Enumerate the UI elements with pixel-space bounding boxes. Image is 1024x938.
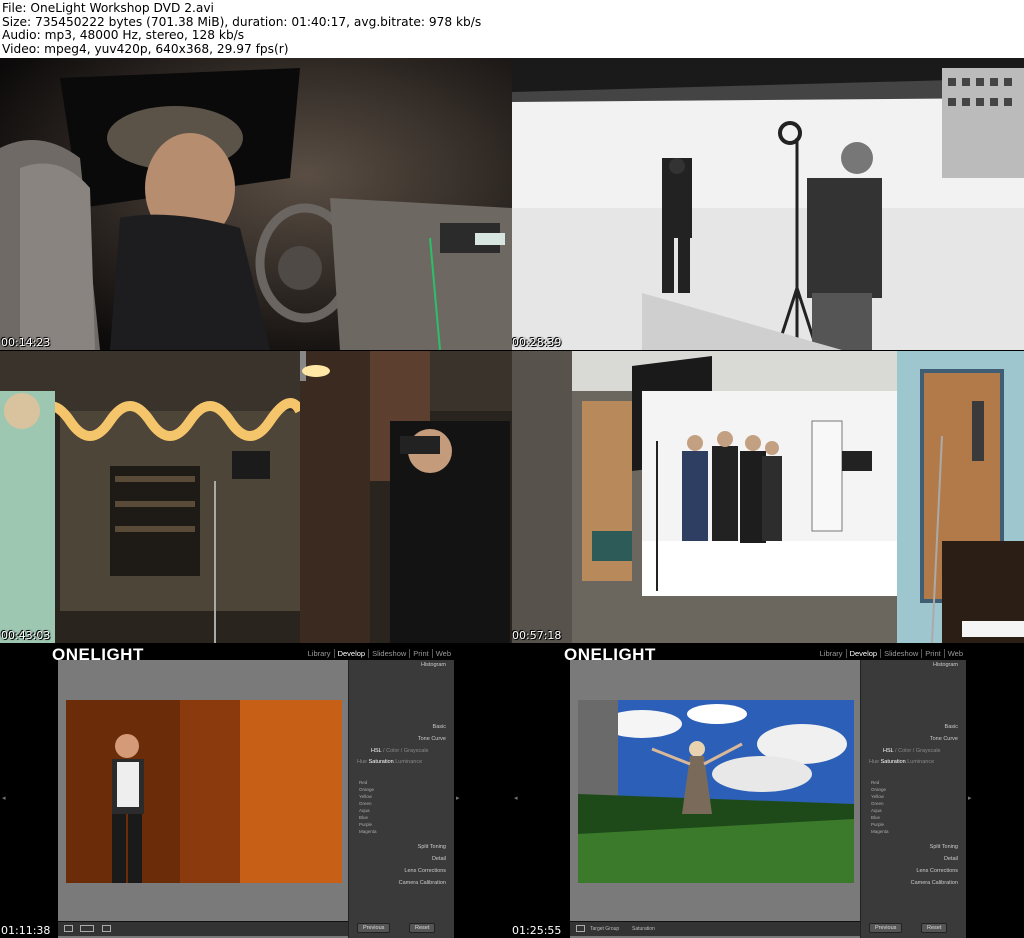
reset-button[interactable]: Reset [921,923,948,933]
row-blue: Blue [359,815,369,820]
detail-section[interactable]: Detail [432,856,446,862]
row-orange: Orange [359,787,375,792]
row-purple: Purple [871,822,885,827]
left-panel-arrow-icon[interactable]: ◂ [2,794,6,802]
nav-web[interactable]: Web [945,649,966,658]
target-adjust-icon[interactable] [576,925,585,932]
timestamp: 00:14:23 [1,336,51,349]
nav-develop[interactable]: Develop [335,649,370,658]
tab-color[interactable]: Color [386,748,399,754]
tab-color[interactable]: Color [898,748,911,754]
thumbnail-4[interactable]: 00:57:18 [512,351,1024,643]
split-toning-section[interactable]: Split Toning [930,844,958,850]
target-group-label: Target Group [590,926,620,932]
left-panel-arrow-icon[interactable]: ◂ [514,794,518,802]
target-group-value[interactable]: Saturation [632,926,655,932]
thumbnail-2[interactable]: 00:28:39 [512,58,1024,350]
file-info-header: File: OneLight Workshop DVD 2.avi Size: … [0,0,1024,58]
row-magenta: Magenta [359,829,377,834]
timestamp: 00:57:18 [512,629,562,642]
tab-grayscale[interactable]: Grayscale [404,748,429,754]
tone-curve-section[interactable]: Tone Curve [930,736,958,742]
nav-print[interactable]: Print [922,649,945,658]
compare-view-icon[interactable] [80,925,94,932]
row-green: Green [359,801,372,806]
module-nav: Library Develop Slideshow Print Web [305,649,454,658]
detail-section[interactable]: Detail [944,856,958,862]
video-info-line: Video: mpeg4, yuv420p, 640x368, 29.97 fp… [2,41,289,56]
toolbar [58,921,348,936]
nav-library[interactable]: Library [817,649,847,658]
row-purple: Purple [359,822,373,827]
timestamp: 00:28:39 [512,336,562,349]
subtab-luminance[interactable]: Luminance [395,759,422,765]
camera-calibration-section[interactable]: Camera Calibration [399,880,446,886]
previous-button[interactable]: Previous [869,923,903,933]
nav-slideshow[interactable]: Slideshow [881,649,923,658]
thumbnail-1[interactable]: 00:14:23 [0,58,512,350]
split-toning-section[interactable]: Split Toning [418,844,446,850]
crop-icon[interactable] [102,925,111,932]
basic-section[interactable]: Basic [433,724,446,730]
develop-panel: Histogram Basic Tone Curve HSL / Color /… [348,660,454,938]
subtab-hue[interactable]: Hue [357,759,367,765]
thumbnail-5[interactable]: ONELIGHT Library Develop Slideshow Print… [0,644,512,938]
hsl-subtabs: Hue Saturation Luminance [357,759,422,765]
subtab-hue[interactable]: Hue [869,759,879,765]
audio-info-line: Audio: mp3, 48000 Hz, stereo, 128 kb/s [2,28,245,42]
row-yellow: Yellow [871,794,884,799]
file-size-line: Size: 735450222 bytes (701.38 MiB), dura… [2,14,482,29]
car-interior-frame [0,58,512,350]
tone-curve-section[interactable]: Tone Curve [418,736,446,742]
row-red: Red [871,780,880,785]
right-panel-arrow-icon[interactable]: ▸ [456,794,460,802]
toolbar: Target Group Saturation [570,921,860,936]
thumbnail-3[interactable]: 00:43:03 [0,351,512,643]
tab-hsl[interactable]: HSL [371,748,382,754]
timestamp: 01:25:55 [512,924,562,937]
thumbnail-6[interactable]: ONELIGHT Library Develop Slideshow Print… [512,644,1024,938]
subtab-saturation[interactable]: Saturation [881,759,906,765]
row-magenta: Magenta [871,829,889,834]
outdoor-shoot-frame [512,58,1024,350]
timestamp: 00:43:03 [1,629,51,642]
indoor-studio-frame [0,351,512,643]
histogram-header[interactable]: Histogram [421,662,446,668]
reset-button[interactable]: Reset [409,923,436,933]
lens-corrections-section[interactable]: Lens Corrections [404,868,446,874]
loupe-view-icon[interactable] [64,925,73,932]
nav-library[interactable]: Library [305,649,335,658]
nav-web[interactable]: Web [433,649,454,658]
hsl-tabs: HSL / Color / Grayscale [883,748,941,754]
subtab-saturation[interactable]: Saturation [369,759,394,765]
nav-develop[interactable]: Develop [847,649,882,658]
row-green: Green [871,801,884,806]
hsl-tabs: HSL / Color / Grayscale [371,748,429,754]
row-yellow: Yellow [359,794,372,799]
tab-grayscale[interactable]: Grayscale [916,748,941,754]
lens-corrections-section[interactable]: Lens Corrections [916,868,958,874]
hsl-subtabs: Hue Saturation Luminance [869,759,934,765]
row-red: Red [359,780,368,785]
right-panel-arrow-icon[interactable]: ▸ [968,794,972,802]
tab-hsl[interactable]: HSL [883,748,894,754]
file-name-line: File: OneLight Workshop DVD 2.avi [2,1,214,15]
nav-print[interactable]: Print [410,649,433,658]
onelight-logo: ONELIGHT [52,645,144,664]
histogram-header[interactable]: Histogram [933,662,958,668]
camera-calibration-section[interactable]: Camera Calibration [911,880,958,886]
row-aqua: Aqua [359,808,370,813]
row-orange: Orange [871,787,887,792]
row-aqua: Aqua [871,808,882,813]
row-blue: Blue [871,815,881,820]
nav-slideshow[interactable]: Slideshow [369,649,411,658]
band-studio-frame [512,351,1024,643]
basic-section[interactable]: Basic [945,724,958,730]
previous-button[interactable]: Previous [357,923,391,933]
module-nav: Library Develop Slideshow Print Web [817,649,966,658]
develop-panel: Histogram Basic Tone Curve HSL / Color /… [860,660,966,938]
onelight-logo: ONELIGHT [564,645,656,664]
subtab-luminance[interactable]: Luminance [907,759,934,765]
timestamp: 01:11:38 [1,924,51,937]
